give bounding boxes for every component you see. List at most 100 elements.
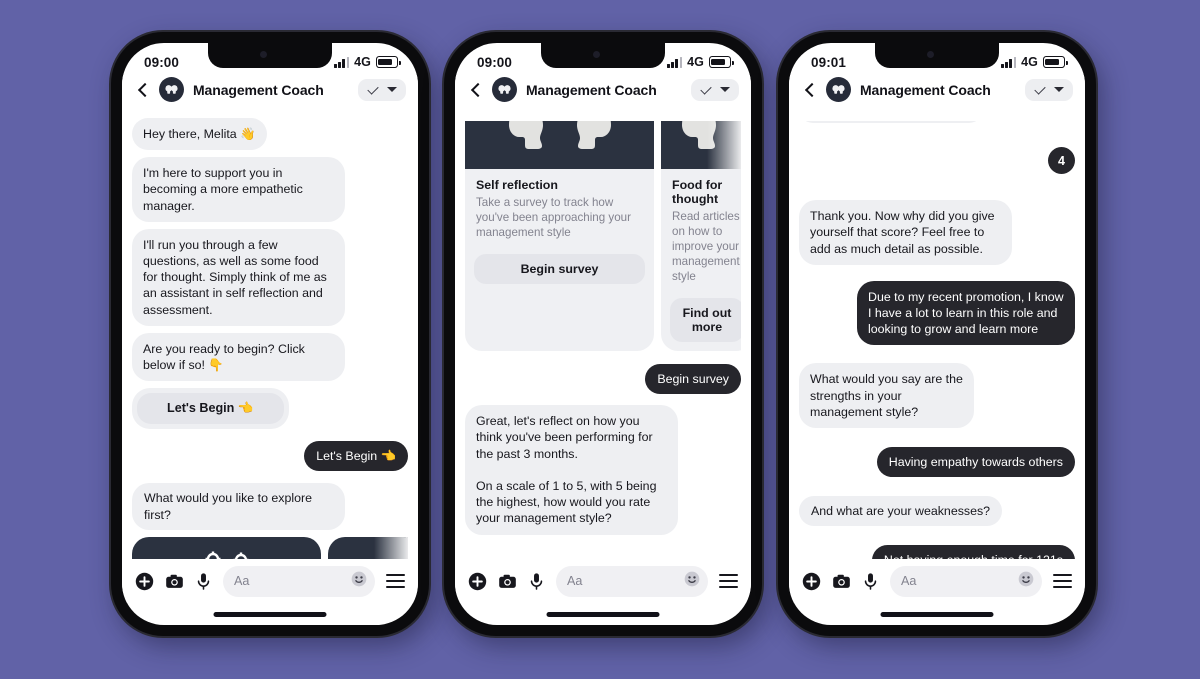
message-list-1: Hey there, Melita 👋 I'm here to support …	[132, 118, 408, 559]
message-row: I'm here to support you in becoming a mo…	[132, 157, 408, 222]
message-row: I'll run you through a few questions, as…	[132, 228, 408, 326]
card-self-reflection[interactable]: Self reflection Take a survey to track h…	[132, 536, 321, 559]
chevron-down-icon[interactable]	[1054, 87, 1064, 92]
home-indicator	[546, 612, 660, 617]
back-chevron-icon[interactable]	[136, 83, 150, 97]
plus-icon[interactable]	[468, 572, 487, 591]
card-carousel-1[interactable]: Self reflection Take a survey to track h…	[132, 536, 408, 559]
coach-avatar-icon[interactable]	[159, 77, 184, 102]
back-chevron-icon[interactable]	[469, 83, 483, 97]
carousel-fade	[707, 121, 741, 169]
coach-avatar-icon[interactable]	[826, 77, 851, 102]
card-food-for-thought[interactable]: Food for thought Read articles on how to…	[661, 121, 741, 351]
microphone-icon[interactable]	[195, 572, 212, 591]
microphone-icon[interactable]	[862, 572, 879, 591]
emoji-icon[interactable]	[1018, 571, 1034, 592]
microphone-icon[interactable]	[528, 572, 545, 591]
carousel-fade	[374, 536, 408, 559]
status-indicators: 4G	[1001, 55, 1068, 69]
card-food-for-thought[interactable]: Food for thought Read articles on how to…	[328, 536, 408, 559]
message-input-placeholder: Aa	[567, 574, 583, 588]
status-time: 09:00	[477, 54, 513, 70]
emoji-icon[interactable]	[684, 571, 700, 592]
hamburger-menu-icon[interactable]	[386, 573, 405, 589]
signal-bars-icon	[1001, 56, 1017, 68]
phone-3-screen: 09:01 4G Management Coach 4 Thank you. N…	[789, 43, 1085, 625]
plus-icon[interactable]	[135, 572, 154, 591]
quick-reply-container[interactable]: Let's Begin 👈	[132, 388, 289, 430]
hamburger-menu-icon[interactable]	[719, 573, 738, 589]
header-actions-1[interactable]	[358, 78, 406, 101]
message-input-placeholder: Aa	[901, 574, 917, 588]
card-self-reflection[interactable]: Self reflection Take a survey to track h…	[465, 121, 654, 351]
signal-bars-icon	[334, 56, 350, 68]
camera-icon[interactable]	[832, 572, 851, 591]
message-list-3: management style? 4 Thank you. Now why d…	[799, 121, 1075, 559]
message-row: Hey there, Melita 👋	[132, 118, 408, 151]
chevron-down-icon[interactable]	[387, 87, 397, 92]
chat-body-3: management style? 4 Thank you. Now why d…	[789, 121, 1085, 559]
check-icon[interactable]	[1034, 85, 1047, 95]
emoji-icon[interactable]	[351, 571, 367, 592]
head-silhouette-icon	[328, 536, 408, 559]
front-camera-icon	[593, 51, 600, 58]
message-row: Begin survey	[465, 364, 741, 395]
screenshot-stage: 09:00 4G Management Coach Hey there, Mel…	[0, 0, 1200, 679]
card-title: Self reflection	[476, 178, 558, 192]
card-carousel-2[interactable]: Self reflection Take a survey to track h…	[465, 121, 741, 351]
plus-icon[interactable]	[802, 572, 821, 591]
chat-body-2: Self reflection Take a survey to track h…	[455, 121, 751, 559]
message-input-3[interactable]: Aa	[890, 565, 1042, 597]
message-bubble-incoming: And what are your weaknesses?	[799, 496, 1003, 527]
message-input-2[interactable]: Aa	[556, 565, 708, 597]
message-bubble-outgoing: Begin survey	[645, 364, 741, 395]
message-bubble-incoming: I'm here to support you in becoming a mo…	[132, 157, 345, 222]
battery-icon	[1043, 56, 1068, 68]
notch	[541, 43, 665, 68]
message-bubble-incoming: Hey there, Melita 👋	[132, 118, 267, 151]
phone-1-screen: 09:00 4G Management Coach Hey there, Mel…	[122, 43, 418, 625]
message-row: Thank you. Now why did you give yourself…	[799, 200, 1075, 265]
message-bubble-incoming-clipped: management style?	[799, 121, 983, 124]
status-time: 09:01	[811, 54, 847, 70]
coach-avatar-icon[interactable]	[492, 77, 517, 102]
chat-header-2: Management Coach	[455, 75, 751, 110]
message-row: What would you say are the strengths in …	[799, 363, 1075, 429]
message-bubble-incoming: Thank you. Now why did you give yourself…	[799, 200, 1012, 265]
card-subtitle: Take a survey to track how you've been a…	[476, 196, 631, 239]
signal-bars-icon	[667, 56, 683, 68]
card-subtitle: Read articles on how to improve your man…	[672, 210, 740, 283]
check-icon[interactable]	[367, 85, 380, 95]
header-actions-2[interactable]	[691, 78, 739, 101]
message-input-1[interactable]: Aa	[223, 565, 375, 597]
camera-icon[interactable]	[498, 572, 517, 591]
battery-icon	[709, 56, 734, 68]
header-actions-3[interactable]	[1025, 78, 1073, 101]
find-out-more-button[interactable]: Find out more	[670, 298, 741, 342]
card-title: Food for thought	[672, 178, 723, 206]
message-row: Great, let's reflect on how you think yo…	[465, 405, 741, 535]
phone-mockup-1: 09:00 4G Management Coach Hey there, Mel…	[111, 32, 429, 636]
chat-title: Management Coach	[860, 81, 991, 98]
network-label: 4G	[1021, 55, 1038, 69]
camera-icon[interactable]	[165, 572, 184, 591]
message-row: What would you like to explore first?	[132, 483, 408, 530]
composer-1: Aa	[122, 559, 418, 603]
score-answer-bubble: 4	[1048, 147, 1075, 175]
check-icon[interactable]	[700, 85, 713, 95]
card-body: Self reflection Take a survey to track h…	[465, 169, 654, 246]
chevron-down-icon[interactable]	[720, 87, 730, 92]
back-chevron-icon[interactable]	[803, 83, 817, 97]
front-camera-icon	[260, 51, 267, 58]
status-indicators: 4G	[334, 55, 401, 69]
hamburger-menu-icon[interactable]	[1053, 573, 1072, 589]
message-bubble-incoming: Great, let's reflect on how you think yo…	[465, 405, 678, 535]
network-label: 4G	[687, 55, 704, 69]
quick-reply-lets-begin-button[interactable]: Let's Begin 👈	[137, 393, 284, 425]
message-row: Are you ready to begin? Click below if s…	[132, 332, 408, 382]
message-list-2: Self reflection Take a survey to track h…	[465, 121, 741, 559]
status-indicators: 4G	[667, 55, 734, 69]
status-time: 09:00	[144, 54, 180, 70]
begin-survey-button[interactable]: Begin survey	[474, 254, 645, 284]
message-bubble-outgoing: Let's Begin 👈	[304, 441, 408, 472]
